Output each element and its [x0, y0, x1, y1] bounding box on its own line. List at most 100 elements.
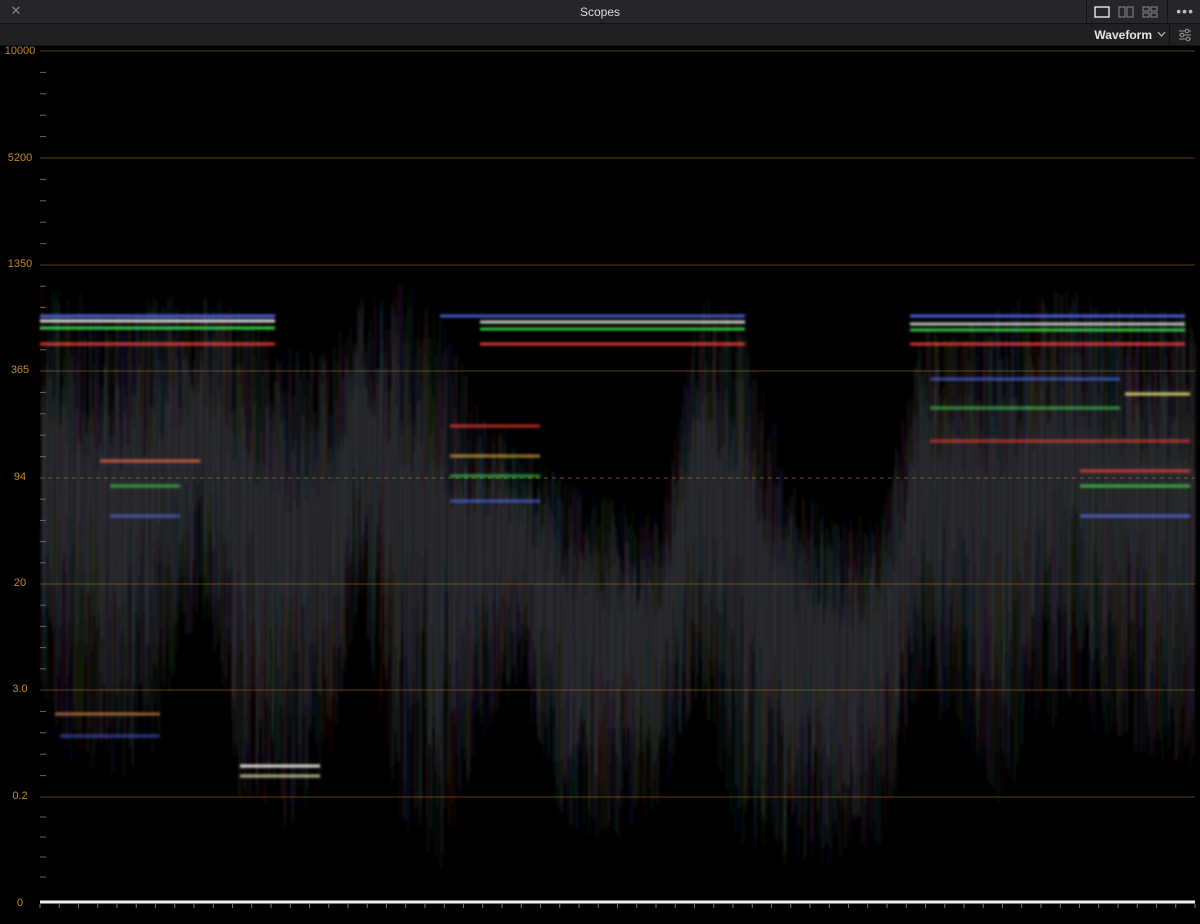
chevron-down-icon	[1157, 31, 1166, 37]
trace-white	[404, 375, 408, 567]
trace-white	[1144, 463, 1148, 752]
trace-white	[956, 379, 959, 716]
trace-white	[1053, 338, 1056, 626]
scale-label-94: 94	[13, 471, 27, 483]
layout-toggle-group	[1086, 0, 1168, 24]
trace-white	[89, 378, 92, 731]
trace-white	[1164, 375, 1168, 684]
title-bar: ✕ Scopes •••	[0, 0, 1200, 24]
trace-white	[655, 526, 658, 659]
trace-white	[1154, 370, 1157, 643]
trace-white	[875, 585, 878, 769]
trace-white	[1184, 458, 1188, 750]
dual-view-icon[interactable]	[1118, 6, 1134, 18]
trace-white	[693, 421, 696, 631]
more-horizontal-icon[interactable]: •••	[1176, 0, 1194, 24]
trace-white	[892, 570, 895, 791]
trace-white	[128, 417, 131, 747]
trace-white	[979, 402, 982, 676]
trace-white	[473, 512, 476, 639]
scope-mode-dropdown[interactable]: Waveform	[1094, 24, 1166, 46]
trace-white	[499, 435, 502, 691]
window-title: Scopes	[579, 5, 621, 19]
trace-white	[294, 439, 298, 794]
trace-white	[609, 567, 612, 763]
trace-white	[306, 475, 310, 787]
trace-white	[784, 524, 787, 864]
trace-white	[610, 500, 614, 730]
trace-white	[185, 357, 188, 484]
trace-white	[913, 467, 916, 585]
trace-white	[532, 515, 536, 640]
trace-white	[1127, 339, 1130, 534]
trace-white	[864, 533, 867, 770]
trace-white	[232, 435, 235, 700]
trace-white	[1085, 315, 1088, 613]
trace-white	[309, 461, 312, 707]
trace-white	[719, 461, 722, 615]
trace-white	[620, 589, 623, 789]
trace-white	[94, 346, 98, 743]
trace-white	[183, 358, 186, 614]
trace-white	[1167, 376, 1170, 704]
trace-white	[812, 622, 816, 746]
trace-white	[247, 326, 250, 543]
trace-white	[104, 329, 108, 741]
trace-white	[100, 426, 104, 734]
trace-white	[44, 362, 48, 608]
trace-white	[805, 563, 808, 856]
trace-white	[181, 341, 184, 545]
trace-white	[140, 340, 144, 555]
trace-white	[1118, 454, 1122, 574]
trace-white	[380, 337, 384, 536]
trace-white	[444, 349, 447, 682]
scale-label-5200: 5200	[7, 152, 33, 164]
scale-label-3-0: 3.0	[12, 683, 28, 695]
trace-white	[598, 590, 602, 746]
trace-white	[551, 471, 554, 708]
trace-white	[732, 426, 735, 675]
scale-label-0: 0	[16, 897, 24, 909]
trace-white	[1133, 358, 1136, 651]
trace-white	[116, 316, 119, 738]
trace-white	[508, 522, 512, 606]
trace-white	[461, 452, 464, 737]
trace-white	[464, 376, 468, 614]
trace-white	[832, 606, 835, 766]
trace-white	[728, 449, 732, 756]
trace-white	[1148, 332, 1151, 725]
trace-white	[585, 530, 588, 755]
trace-white	[940, 388, 944, 561]
trace-white	[774, 484, 778, 839]
trace-white	[1050, 333, 1054, 546]
trace-white	[819, 521, 822, 701]
trace-white	[749, 480, 752, 699]
trace-white	[484, 514, 488, 612]
waveform-traces	[40, 276, 1196, 868]
trace-white	[352, 342, 355, 468]
trace-white	[545, 570, 548, 657]
trace-white	[529, 476, 532, 584]
trace-white	[710, 418, 714, 599]
scope-toolbar: Waveform	[0, 24, 1200, 46]
trace-white	[221, 326, 224, 578]
waveform-graph	[39, 50, 1196, 908]
trace-white	[1075, 292, 1078, 512]
trace-white	[709, 421, 712, 591]
trace-white	[48, 369, 52, 584]
trace-white	[218, 385, 221, 597]
single-view-icon[interactable]	[1094, 6, 1110, 18]
trace-white	[634, 537, 638, 728]
trace-white	[914, 366, 917, 705]
trace-white	[456, 431, 460, 755]
trace-white	[660, 543, 663, 668]
trace-white	[556, 584, 559, 787]
quad-view-icon[interactable]	[1142, 6, 1158, 18]
trace-white	[1181, 348, 1184, 707]
trace-white	[698, 334, 702, 633]
trace-white	[905, 435, 908, 727]
trace-white	[1028, 355, 1032, 669]
trace-white	[561, 572, 564, 709]
trace-white	[237, 344, 240, 755]
sliders-icon[interactable]	[1169, 24, 1200, 46]
